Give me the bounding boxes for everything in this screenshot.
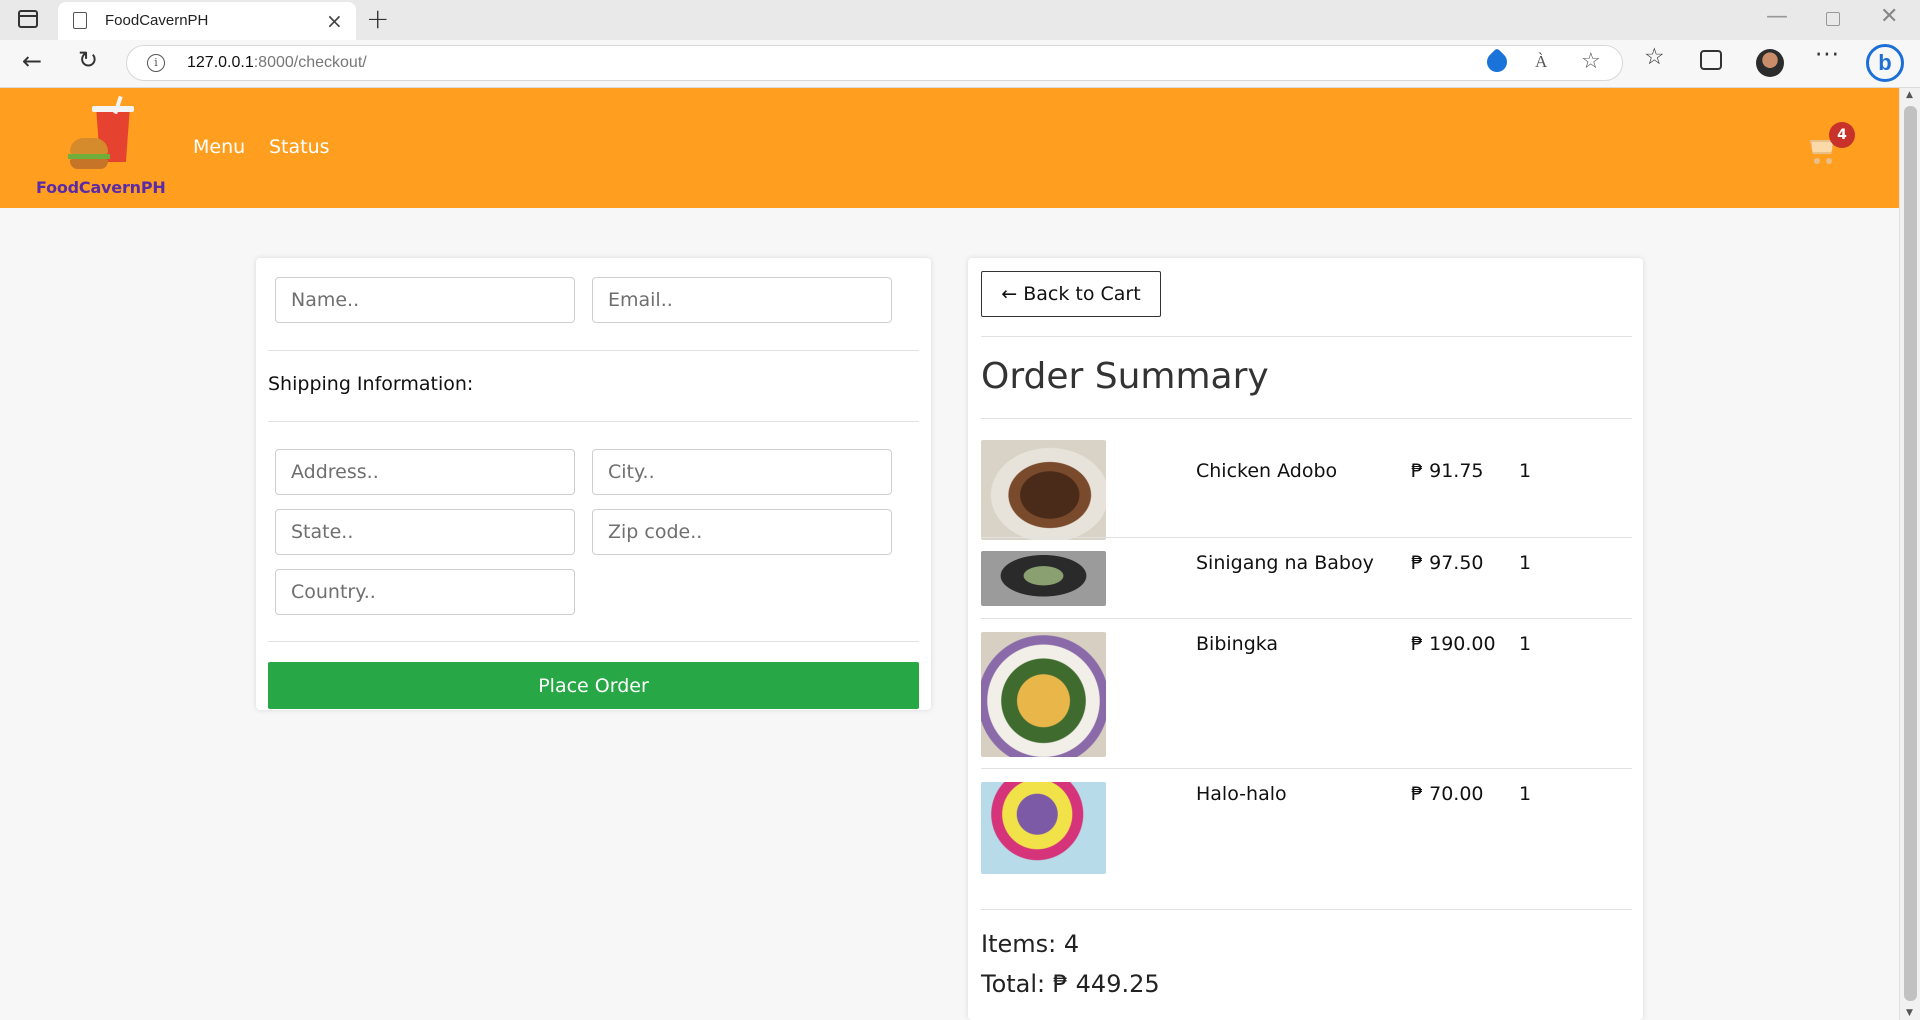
close-tab-icon[interactable]: × — [326, 9, 343, 33]
logo-burger-bun — [70, 159, 108, 169]
browser-tab[interactable]: FoodCavernPH × — [58, 2, 356, 40]
email-field[interactable] — [592, 277, 892, 323]
item-name: Bibingka — [1196, 633, 1279, 655]
sidebar-toggle-icon[interactable] — [18, 10, 38, 28]
add-favorite-icon[interactable]: ☆ — [1581, 49, 1601, 74]
item-price: ₱ 91.75 — [1411, 460, 1484, 482]
divider — [981, 336, 1632, 337]
restore-icon[interactable] — [1826, 12, 1840, 26]
divider — [268, 350, 919, 351]
url-host: 127.0.0.1 — [187, 54, 254, 71]
tab-title: FoodCavernPH — [105, 12, 209, 29]
item-name: Chicken Adobo — [1196, 460, 1338, 482]
country-field[interactable] — [275, 569, 575, 615]
item-quantity: 1 — [1519, 633, 1532, 655]
url-text[interactable]: 127.0.0.1:8000/checkout/ — [187, 54, 367, 72]
city-field[interactable] — [592, 449, 892, 495]
item-price: ₱ 70.00 — [1411, 783, 1484, 805]
divider — [981, 909, 1632, 910]
sinigang-image — [981, 551, 1106, 606]
more-icon[interactable]: ··· — [1815, 42, 1840, 68]
item-name: Sinigang na Baboy — [1196, 552, 1374, 574]
address-bar[interactable]: i 127.0.0.1:8000/checkout/ À ☆ — [126, 45, 1623, 81]
name-field[interactable] — [275, 277, 575, 323]
place-order-button[interactable]: Place Order — [268, 662, 919, 709]
item-price: ₱ 97.50 — [1411, 552, 1484, 574]
shipping-information-label: Shipping Information: — [268, 373, 474, 395]
nav-menu-link[interactable]: Menu — [193, 136, 245, 158]
order-item-row: Chicken Adobo ₱ 91.75 1 — [981, 428, 1632, 540]
halo-halo-image — [981, 782, 1106, 874]
order-item-row: Bibingka ₱ 190.00 1 — [981, 618, 1632, 769]
cart-wheel — [1826, 158, 1832, 164]
order-summary-card: ← Back to Cart Order Summary Chicken Ado… — [968, 258, 1643, 1020]
item-price: ₱ 190.00 — [1411, 633, 1496, 655]
address-field[interactable] — [275, 449, 575, 495]
new-tab-icon[interactable]: + — [366, 2, 389, 35]
scroll-up-icon[interactable]: ▲ — [1906, 90, 1913, 100]
collections-icon[interactable] — [1700, 50, 1722, 70]
page-viewport: FoodCavernPH Menu Status 4 Shipping Info… — [0, 88, 1899, 1020]
order-summary-title: Order Summary — [981, 356, 1269, 397]
browser-toolbar: ← ↻ i 127.0.0.1:8000/checkout/ À ☆ ☆ ··… — [0, 40, 1920, 88]
back-to-cart-button[interactable]: ← Back to Cart — [981, 271, 1161, 317]
state-field[interactable] — [275, 509, 575, 555]
browser-tab-bar: FoodCavernPH × + — ✕ — [0, 0, 1920, 40]
logo-text: FoodCavernPH — [36, 178, 166, 197]
divider — [268, 421, 919, 422]
order-item-row: Halo-halo ₱ 70.00 1 — [981, 769, 1632, 889]
vertical-scrollbar[interactable]: ▲ ▼ — [1899, 88, 1920, 1020]
bing-icon[interactable]: b — [1866, 44, 1904, 82]
reload-icon[interactable]: ↻ — [78, 46, 98, 74]
info-icon[interactable]: i — [147, 54, 165, 72]
close-window-icon[interactable]: ✕ — [1880, 4, 1898, 29]
item-quantity: 1 — [1519, 460, 1532, 482]
order-total: Total: ₱ 449.25 — [981, 970, 1160, 998]
read-aloud-icon[interactable]: À — [1535, 52, 1547, 72]
page-icon — [73, 12, 87, 29]
site-header: FoodCavernPH Menu Status 4 — [0, 88, 1899, 208]
divider — [268, 641, 919, 642]
cart-wheel — [1814, 158, 1820, 164]
divider — [981, 418, 1632, 419]
url-path: :8000/checkout/ — [253, 54, 367, 71]
favorites-icon[interactable]: ☆ — [1644, 44, 1665, 70]
cart-count-badge: 4 — [1829, 122, 1855, 148]
scroll-thumb[interactable] — [1904, 106, 1917, 1001]
scroll-down-icon[interactable]: ▼ — [1906, 1008, 1913, 1018]
chicken-adobo-image — [981, 440, 1106, 540]
bibingka-image — [981, 632, 1106, 757]
minimize-icon[interactable]: — — [1766, 4, 1788, 29]
nav-status-link[interactable]: Status — [269, 136, 330, 158]
back-arrow-icon[interactable]: ← — [22, 47, 42, 75]
profile-avatar[interactable] — [1756, 49, 1784, 77]
zip-code-field[interactable] — [592, 509, 892, 555]
items-count: Items: 4 — [981, 930, 1080, 958]
checkout-form-card: Shipping Information: Place Order — [256, 258, 931, 710]
logo-burger-icon — [70, 138, 108, 154]
item-name: Halo-halo — [1196, 783, 1287, 805]
item-quantity: 1 — [1519, 783, 1532, 805]
item-quantity: 1 — [1519, 552, 1532, 574]
site-logo[interactable]: FoodCavernPH — [36, 95, 168, 200]
order-item-row: Sinigang na Baboy ₱ 97.50 1 — [981, 538, 1632, 619]
tag-icon[interactable] — [1482, 47, 1512, 77]
